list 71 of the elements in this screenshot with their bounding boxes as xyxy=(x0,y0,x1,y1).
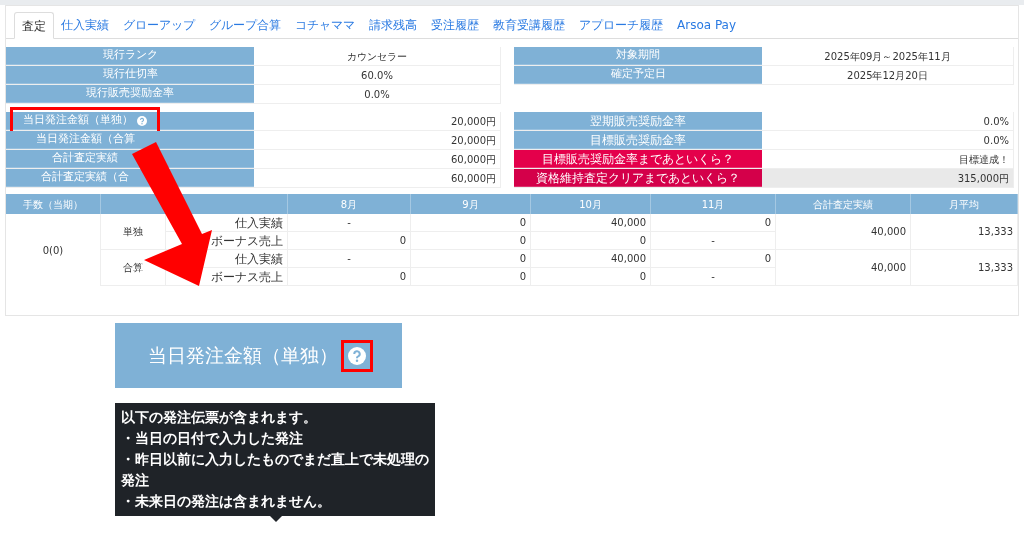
tooltip-text: 以下の発注伝票が含まれます。 xyxy=(121,408,318,427)
label-text: 確定予定日 xyxy=(610,66,666,83)
value-text: 60,000円 xyxy=(451,171,496,186)
label-text: 目標販売奨励金率 xyxy=(590,131,686,149)
value-text: 2025年12月20日 xyxy=(847,68,928,83)
value-text: 60,000円 xyxy=(451,152,496,167)
table-cell: 13,333 xyxy=(911,250,1018,286)
table-cell: - xyxy=(288,214,411,232)
table-cell: - xyxy=(651,268,776,286)
table-cell: 13,333 xyxy=(911,214,1018,250)
header-cell: 10月 xyxy=(531,194,651,214)
table-cell: 単独 xyxy=(101,214,166,250)
value-text: 315,000円 xyxy=(957,171,1009,186)
tab[interactable]: アプローチ履歴 xyxy=(572,11,670,38)
table-cell: - xyxy=(288,250,411,268)
header-cell: 手数（当期） xyxy=(6,194,101,214)
value-text: 目標達成！ xyxy=(959,152,1009,167)
table-cell: 0 xyxy=(411,214,531,232)
header-cell: 9月 xyxy=(411,194,531,214)
table-cell: 0 xyxy=(288,232,411,250)
tooltip-text: ・未来日の発注は含まれません。 xyxy=(121,492,332,511)
label-text: 当日発注金額（単独） xyxy=(13,110,157,131)
table-cell: 0(0) xyxy=(6,214,101,286)
label-text: 現行仕切率 xyxy=(102,66,158,83)
label-text: 合計査定実績 xyxy=(52,150,118,167)
table-cell: 0 xyxy=(531,232,651,250)
table-cell: 0 xyxy=(411,268,531,286)
value-text: 20,000円 xyxy=(451,133,496,148)
tooltip-text: ・当日の日付で入力した発注 xyxy=(121,429,304,448)
label-text: 合計査定実績（合 xyxy=(41,169,129,186)
value-text: 60.0% xyxy=(361,68,393,83)
header-cell: 合計査定実績 xyxy=(776,194,911,214)
label-text: 現行ランク xyxy=(102,47,158,64)
label-text: 現行販売奨励金率 xyxy=(86,85,174,102)
tab[interactable]: グループ合算 xyxy=(202,11,288,38)
header-cell: 月平均 xyxy=(911,194,1018,214)
table-cell: 0 xyxy=(411,250,531,268)
label-text: 対象期間 xyxy=(616,47,660,64)
value-text: 0.0% xyxy=(983,133,1009,148)
value-text: 2025年09月～2025年11月 xyxy=(824,49,951,64)
tab[interactable]: グローアップ xyxy=(116,11,202,38)
tooltip-text: ・昨日以前に入力したものでまだ直上で未処理の発注 xyxy=(121,450,429,490)
help-icon[interactable] xyxy=(137,115,147,126)
table-cell: 40,000 xyxy=(776,214,911,250)
tab[interactable]: 受注履歴 xyxy=(424,11,486,38)
header-cell: 8月 xyxy=(288,194,411,214)
label-text: 資格維持査定クリアまであといくら？ xyxy=(536,169,740,187)
table-cell: 40,000 xyxy=(531,214,651,232)
value-text: カウンセラー xyxy=(347,49,407,64)
table-cell: 0 xyxy=(651,214,776,232)
tab[interactable]: 査定 xyxy=(14,12,54,39)
value-text: 0.0% xyxy=(983,114,1009,129)
tab[interactable]: 請求残高 xyxy=(362,11,424,38)
table-cell: 0 xyxy=(411,232,531,250)
table-cell: 40,000 xyxy=(531,250,651,268)
tab[interactable]: Arsoa Pay xyxy=(670,11,744,38)
label-text: 当日発注金額（単独） xyxy=(147,343,338,369)
label-text: 翌期販売奨励金率 xyxy=(590,112,686,130)
tab[interactable]: 教育受講履歴 xyxy=(486,11,572,38)
value-text: 0.0% xyxy=(364,87,390,102)
table-cell: 40,000 xyxy=(776,250,911,286)
label-text: 目標販売奨励金率まであといくら？ xyxy=(542,150,734,168)
table-cell: 0 xyxy=(651,250,776,268)
table-cell: 0 xyxy=(288,268,411,286)
header-cell: 11月 xyxy=(651,194,776,214)
table-cell: 0 xyxy=(531,268,651,286)
label-text: 当日発注金額（合算 xyxy=(35,131,135,148)
value-text: 20,000円 xyxy=(451,114,496,129)
tab[interactable]: 仕入実績 xyxy=(54,11,116,38)
table-cell: - xyxy=(651,232,776,250)
tab[interactable]: コチャママ xyxy=(288,11,362,38)
